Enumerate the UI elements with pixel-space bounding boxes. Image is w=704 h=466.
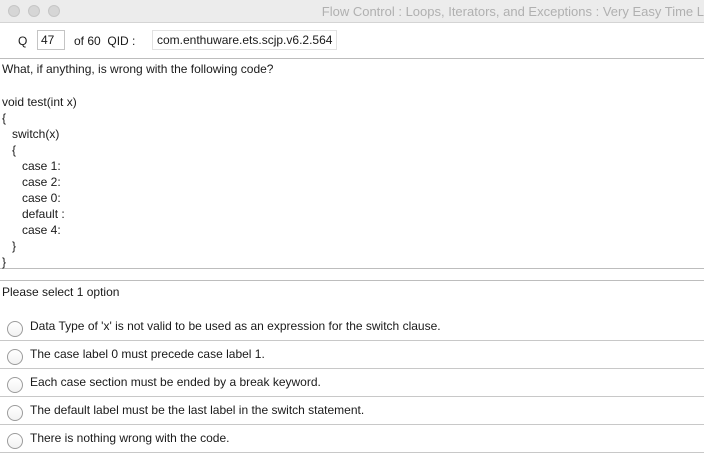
code-line: } xyxy=(2,239,17,253)
code-line: void test(int x) xyxy=(2,95,77,109)
option-row-5[interactable]: There is nothing wrong with the code. xyxy=(0,425,704,453)
code-line: { xyxy=(2,111,7,125)
question-prompt: What, if anything, is wrong with the fol… xyxy=(2,62,274,76)
code-line: default : xyxy=(2,207,65,221)
radio-button[interactable] xyxy=(7,433,23,449)
qid-value[interactable]: com.enthuware.ets.scjp.v6.2.564 xyxy=(152,30,338,50)
code-block: void test(int x) { switch(x) { case 1: c… xyxy=(2,94,77,270)
zoom-window-button[interactable] xyxy=(48,5,60,17)
panel-divider xyxy=(0,269,704,281)
code-line: switch(x) xyxy=(2,127,60,141)
option-row-1[interactable]: Data Type of 'x' is not valid to be used… xyxy=(0,313,704,341)
option-label: There is nothing wrong with the code. xyxy=(30,431,230,445)
code-line: { xyxy=(2,143,17,157)
option-label: The default label must be the last label… xyxy=(30,403,365,417)
option-label: Data Type of 'x' is not valid to be used… xyxy=(30,319,441,333)
code-line: case 4: xyxy=(2,223,61,237)
radio-button[interactable] xyxy=(7,377,23,393)
minimize-window-button[interactable] xyxy=(28,5,40,17)
code-line: case 2: xyxy=(2,175,61,189)
select-instruction: Please select 1 option xyxy=(2,285,120,299)
option-row-2[interactable]: The case label 0 must precede case label… xyxy=(0,341,704,369)
code-line: } xyxy=(2,255,7,269)
option-row-4[interactable]: The default label must be the last label… xyxy=(0,397,704,425)
question-number-input[interactable] xyxy=(37,30,65,50)
option-row-3[interactable]: Each case section must be ended by a bre… xyxy=(0,369,704,397)
question-total: of 60 xyxy=(74,34,101,48)
question-count: of 60 QID : xyxy=(74,34,135,48)
radio-button[interactable] xyxy=(7,349,23,365)
radio-button[interactable] xyxy=(7,321,23,337)
window-title: Flow Control : Loops, Iterators, and Exc… xyxy=(321,4,704,19)
title-bar: Flow Control : Loops, Iterators, and Exc… xyxy=(0,0,704,23)
question-header: Q of 60 QID : com.enthuware.ets.scjp.v6.… xyxy=(0,23,704,59)
question-panel: What, if anything, is wrong with the fol… xyxy=(0,59,704,269)
option-label: Each case section must be ended by a bre… xyxy=(30,375,321,389)
option-label: The case label 0 must precede case label… xyxy=(30,347,265,361)
code-line: case 0: xyxy=(2,191,61,205)
radio-button[interactable] xyxy=(7,405,23,421)
close-window-button[interactable] xyxy=(8,5,20,17)
question-label: Q xyxy=(18,34,28,48)
options-panel: Please select 1 option Data Type of 'x' … xyxy=(0,281,704,466)
app-window: Flow Control : Loops, Iterators, and Exc… xyxy=(0,0,704,466)
qid-label: QID : xyxy=(107,34,136,48)
code-line: case 1: xyxy=(2,159,61,173)
